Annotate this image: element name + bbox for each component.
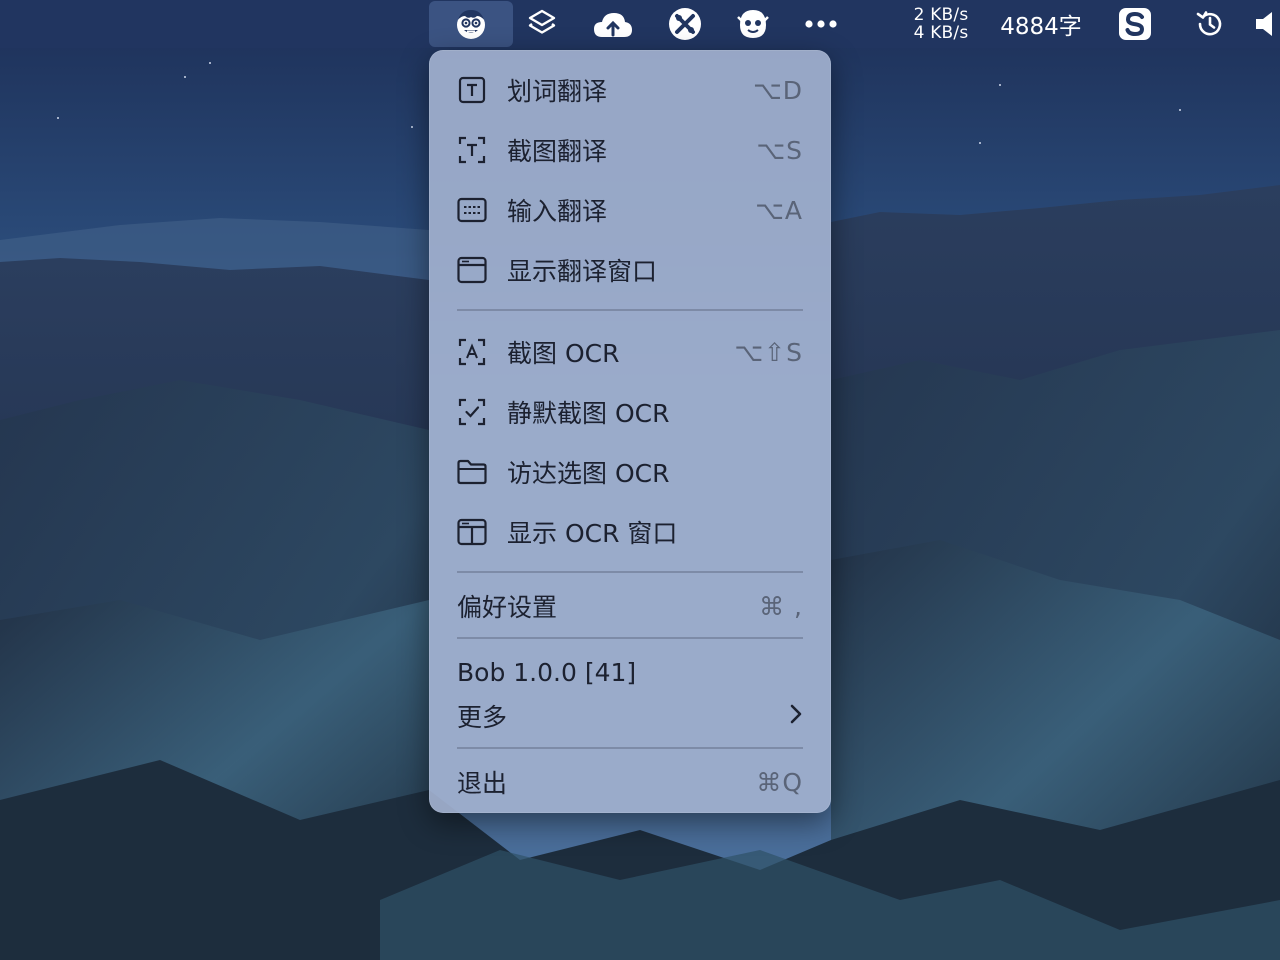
screenshot-ocr-icon <box>457 337 487 367</box>
menu-item-label: 偏好设置 <box>457 593 558 622</box>
sogou-input-icon[interactable] <box>1112 0 1158 48</box>
menu-item-silent-screenshot-ocr[interactable]: 静默截图 OCR <box>429 387 831 437</box>
menu-item-label: 划词翻译 <box>507 77 608 106</box>
version-label: Bob 1.0.0 [41] <box>429 647 831 697</box>
menu-item-preferences[interactable]: 偏好设置 ⌘ , <box>429 581 831 631</box>
chevron-right-icon <box>789 703 803 729</box>
menu-item-show-translate-window[interactable]: 显示翻译窗口 <box>429 245 831 295</box>
ocr-window-icon <box>457 517 487 547</box>
bob-dropdown-menu: 划词翻译 ⌥D 截图翻译 ⌥S 输入翻译 ⌥A 显示翻译窗口 截图 OCR ⌥⇧… <box>429 50 831 813</box>
menu-item-label: 显示 OCR 窗口 <box>507 519 678 548</box>
text-box-icon <box>457 75 487 105</box>
layers-icon[interactable] <box>522 0 562 48</box>
menu-item-shortcut: ⌥A <box>755 195 803 225</box>
word-count[interactable]: 4884字 <box>998 0 1084 48</box>
menu-item-show-ocr-window[interactable]: 显示 OCR 窗口 <box>429 507 831 557</box>
time-machine-icon[interactable] <box>1188 0 1232 48</box>
menu-item-label: 访达选图 OCR <box>507 459 670 488</box>
more-icon[interactable] <box>800 0 842 48</box>
menu-item-label: 退出 <box>457 769 508 798</box>
volume-icon[interactable] <box>1254 0 1280 48</box>
menu-item-label: 静默截图 OCR <box>507 399 670 428</box>
version-text: Bob 1.0.0 [41] <box>457 657 637 687</box>
menu-item-shortcut: ⌘ , <box>759 591 803 621</box>
menu-item-input-translate[interactable]: 输入翻译 ⌥A <box>429 185 831 235</box>
ghost-icon[interactable] <box>732 0 774 48</box>
screenshot-text-icon <box>457 135 487 165</box>
menu-item-label: 截图 OCR <box>507 339 620 368</box>
menu-item-shortcut: ⌘Q <box>756 767 803 797</box>
menu-item-quit[interactable]: 退出 ⌘Q <box>429 757 831 807</box>
window-icon <box>457 255 487 285</box>
menu-item-screenshot-translate[interactable]: 截图翻译 ⌥S <box>429 125 831 175</box>
menu-separator <box>457 747 803 749</box>
download-speed: 4 KB/s <box>913 23 969 43</box>
menu-item-shortcut: ⌥⇧S <box>734 337 803 367</box>
menu-item-shortcut: ⌥D <box>752 75 803 105</box>
menu-item-label: 显示翻译窗口 <box>507 257 658 286</box>
upload-speed: 2 KB/s <box>913 5 969 25</box>
menu-item-screenshot-ocr[interactable]: 截图 OCR ⌥⇧S <box>429 327 831 377</box>
bob-app-icon[interactable] <box>429 1 513 47</box>
menu-item-shortcut: ⌥S <box>756 135 803 165</box>
menu-item-label: 截图翻译 <box>507 137 608 166</box>
menu-item-label: 输入翻译 <box>507 197 608 226</box>
cloud-upload-icon[interactable] <box>588 0 638 48</box>
menu-separator <box>457 637 803 639</box>
menu-bar: 2 KB/s 4 KB/s 4884字 <box>0 0 1280 48</box>
menu-item-more[interactable]: 更多 <box>429 691 831 741</box>
network-speed[interactable]: 2 KB/s 4 KB/s <box>900 0 982 48</box>
menu-item-finder-ocr[interactable]: 访达选图 OCR <box>429 447 831 497</box>
menu-item-select-translate[interactable]: 划词翻译 ⌥D <box>429 65 831 115</box>
silent-screenshot-icon <box>457 397 487 427</box>
menu-separator <box>457 309 803 311</box>
keyboard-icon <box>457 195 487 225</box>
menu-separator <box>457 571 803 573</box>
menu-item-label: 更多 <box>457 703 508 732</box>
bob-face-icon <box>457 10 485 39</box>
tools-icon[interactable] <box>662 0 708 48</box>
folder-icon <box>457 457 487 487</box>
